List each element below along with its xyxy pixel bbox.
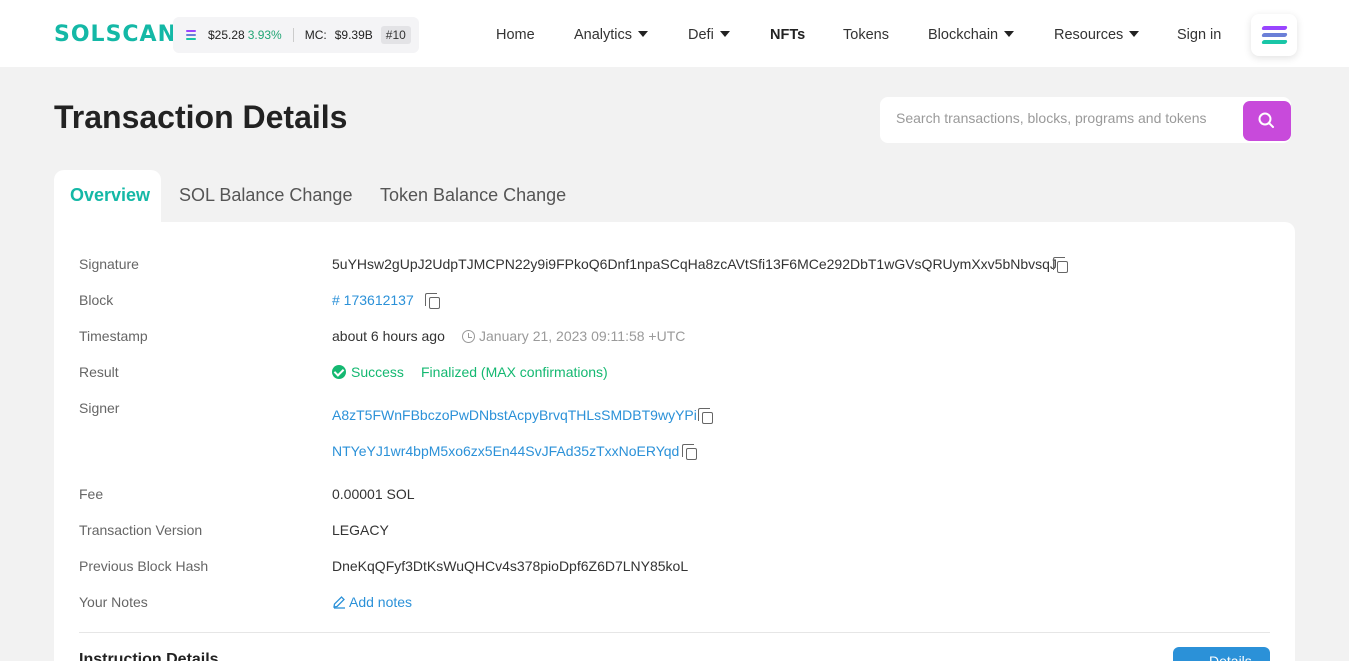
transaction-version-label: Transaction Version bbox=[79, 522, 203, 538]
nav-sign-in[interactable]: Sign in bbox=[1177, 27, 1221, 43]
nav-resources-label: Resources bbox=[1054, 27, 1124, 43]
fee-label: Fee bbox=[79, 486, 104, 502]
nav-analytics[interactable]: Analytics bbox=[574, 27, 649, 43]
result-label: Result bbox=[79, 364, 119, 380]
signer-link[interactable]: A8zT5FWnFBbczoPwDNbstAcpyBrvqTHLsSMDBT9w… bbox=[332, 407, 697, 423]
top-navbar: SOLSCAN $25.28 3.93% MC: $9.39B #10 Home… bbox=[0, 0, 1349, 67]
search-bar bbox=[880, 97, 1291, 143]
add-notes-text: Add notes bbox=[349, 594, 413, 610]
price-ticker: $25.28 3.93% MC: $9.39B #10 bbox=[173, 17, 419, 53]
sol-price: $25.28 bbox=[208, 28, 245, 42]
your-notes-label: Your Notes bbox=[79, 594, 148, 610]
signature-label: Signature bbox=[79, 256, 139, 272]
instruction-details-title: Instruction Details bbox=[79, 651, 219, 661]
timestamp-absolute: January 21, 2023 09:11:58 +UTC bbox=[462, 328, 685, 344]
solana-icon bbox=[186, 30, 196, 40]
sol-price-change: 3.93% bbox=[247, 28, 282, 42]
nav-tokens[interactable]: Tokens bbox=[843, 27, 889, 43]
signature-value: 5uYHsw2gUpJ2UdpTJMCPN22y9i9FPkoQ6Dnf1npa… bbox=[332, 256, 1057, 272]
section-divider bbox=[79, 632, 1270, 633]
nav-blockchain[interactable]: Blockchain bbox=[928, 27, 1015, 43]
timestamp-label: Timestamp bbox=[79, 328, 148, 344]
nav-analytics-label: Analytics bbox=[574, 27, 633, 43]
search-icon bbox=[1258, 112, 1274, 128]
solana-icon bbox=[1261, 26, 1288, 30]
block-label: Block bbox=[79, 292, 114, 308]
market-cap-label: MC: bbox=[304, 28, 327, 42]
search-button[interactable] bbox=[1243, 101, 1291, 141]
rank-badge: #10 bbox=[380, 26, 411, 44]
market-cap-value: $9.39B bbox=[334, 28, 373, 42]
pencil-icon bbox=[333, 596, 345, 609]
add-notes-link[interactable]: Add notes bbox=[332, 594, 412, 610]
copy-icon[interactable] bbox=[698, 408, 713, 424]
previous-block-hash-value: DneKqQFyf3DtKsWuQHCv4s378pioDpf6Z6D7LNY8… bbox=[332, 558, 689, 574]
block-link[interactable]: # 173612137 bbox=[332, 292, 414, 308]
transaction-version-value: LEGACY bbox=[332, 522, 389, 538]
details-button[interactable]: Details bbox=[1173, 647, 1270, 661]
result-confirmation: Finalized (MAX confirmations) bbox=[421, 364, 608, 380]
caret-down-icon bbox=[719, 31, 730, 37]
copy-icon[interactable] bbox=[425, 293, 440, 309]
tab-token-balance-change[interactable]: Token Balance Change bbox=[380, 185, 566, 206]
signer-label: Signer bbox=[79, 400, 120, 416]
fee-value: 0.00001 SOL bbox=[332, 486, 415, 502]
overview-card bbox=[54, 222, 1295, 661]
nav-nfts[interactable]: NFTs bbox=[770, 27, 805, 43]
network-switcher-button[interactable] bbox=[1251, 14, 1297, 56]
page-title: Transaction Details bbox=[54, 99, 348, 135]
copy-icon[interactable] bbox=[682, 444, 697, 460]
nav-resources[interactable]: Resources bbox=[1054, 27, 1140, 43]
caret-down-icon bbox=[1129, 31, 1140, 37]
timestamp-absolute-text: January 21, 2023 09:11:58 +UTC bbox=[479, 328, 686, 344]
tab-overview[interactable]: Overview bbox=[70, 185, 150, 206]
nav-home[interactable]: Home bbox=[496, 27, 535, 43]
signer-link[interactable]: NTYeYJ1wr4bpM5xo6zx5En44SvJFAd35zTxxNoER… bbox=[332, 443, 679, 459]
timestamp-relative: about 6 hours ago bbox=[332, 328, 445, 344]
search-input[interactable] bbox=[896, 110, 1216, 126]
caret-down-icon bbox=[638, 31, 649, 37]
copy-icon[interactable] bbox=[1053, 257, 1068, 273]
result-status: Success bbox=[332, 364, 404, 380]
solscan-logo[interactable]: SOLSCAN bbox=[54, 22, 177, 47]
nav-blockchain-label: Blockchain bbox=[928, 27, 999, 43]
check-circle-icon bbox=[332, 365, 346, 379]
clock-icon bbox=[462, 330, 475, 343]
previous-block-hash-label: Previous Block Hash bbox=[79, 558, 209, 574]
nav-defi[interactable]: Defi bbox=[688, 27, 730, 43]
ticker-divider bbox=[292, 28, 294, 42]
result-status-text: Success bbox=[351, 364, 404, 380]
tab-sol-balance-change[interactable]: SOL Balance Change bbox=[179, 185, 352, 206]
nav-defi-label: Defi bbox=[688, 27, 714, 43]
caret-down-icon bbox=[1004, 31, 1015, 37]
